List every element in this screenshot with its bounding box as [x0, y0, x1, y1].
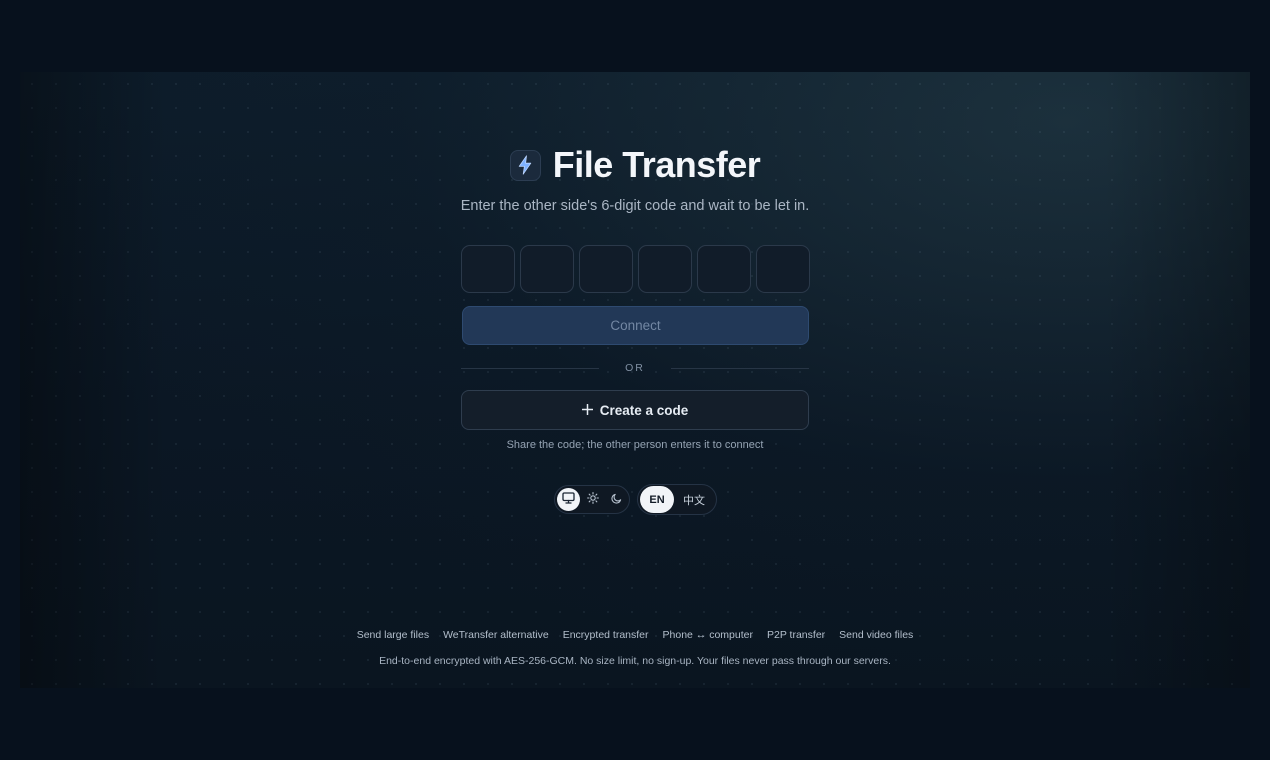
code-digit-4[interactable] — [638, 245, 692, 293]
theme-dark-button[interactable] — [605, 488, 628, 511]
theme-system-button[interactable] — [557, 488, 580, 511]
language-en-button[interactable]: EN — [640, 486, 674, 513]
app-header: File Transfer — [0, 144, 1270, 186]
footer-link-phone-computer[interactable]: Phone ↔ computer — [663, 629, 753, 641]
moon-icon — [611, 491, 622, 509]
code-digit-2[interactable] — [520, 245, 574, 293]
language-switcher: EN 中文 — [637, 484, 717, 515]
code-input-group — [461, 245, 810, 293]
page-subtitle: Enter the other side's 6-digit code and … — [460, 198, 810, 214]
lightning-bolt-icon — [509, 149, 541, 181]
divider-line-left — [461, 367, 599, 369]
or-divider: OR — [461, 360, 809, 376]
footer-link-encrypted-transfer[interactable]: Encrypted transfer — [563, 629, 649, 641]
language-zh-button[interactable]: 中文 — [674, 486, 714, 513]
connect-button[interactable]: Connect — [462, 306, 809, 345]
footer-security-note: End-to-end encrypted with AES-256-GCM. N… — [379, 655, 891, 667]
page-title: File Transfer — [552, 144, 761, 185]
footer-link-send-large-files[interactable]: Send large files — [357, 629, 429, 641]
code-digit-3[interactable] — [579, 245, 633, 293]
code-digit-5[interactable] — [697, 245, 751, 293]
theme-switcher — [554, 485, 630, 514]
monitor-icon — [562, 491, 575, 509]
footer-links: Send large files WeTransfer alternative … — [0, 629, 1270, 641]
or-label: OR — [625, 362, 645, 374]
create-code-button[interactable]: Create a code — [461, 390, 809, 430]
divider-line-right — [671, 367, 809, 369]
create-code-label: Create a code — [599, 402, 689, 418]
footer-link-p2p-transfer[interactable]: P2P transfer — [767, 629, 825, 641]
code-digit-1[interactable] — [461, 245, 515, 293]
plus-icon — [581, 403, 593, 418]
footer-link-wetransfer-alternative[interactable]: WeTransfer alternative — [443, 629, 549, 641]
code-digit-6[interactable] — [756, 245, 810, 293]
create-code-hint: Share the code; the other person enters … — [506, 439, 764, 451]
theme-light-button[interactable] — [581, 488, 604, 511]
sun-icon — [586, 491, 599, 509]
footer-link-send-video-files[interactable]: Send video files — [839, 629, 913, 641]
